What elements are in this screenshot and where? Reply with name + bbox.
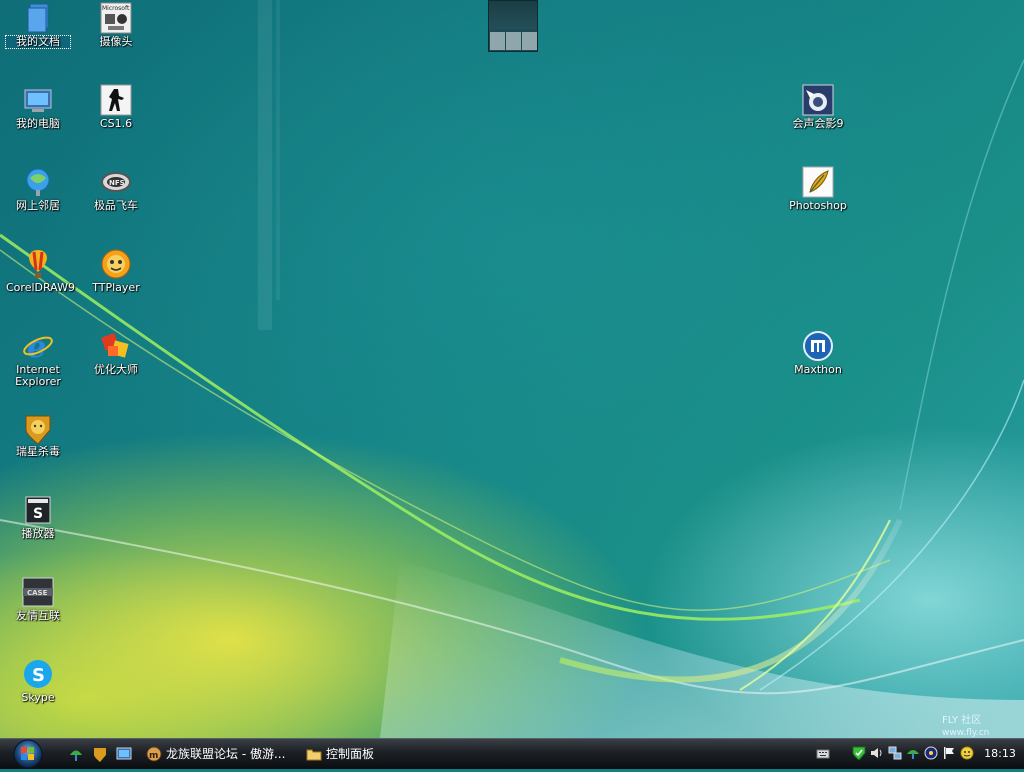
icon-label: 我的电脑 [16, 117, 60, 130]
icon-label: 摄像头 [99, 35, 133, 48]
icon-label: 我的文档 [5, 35, 71, 49]
icon-label: Skype [21, 691, 55, 704]
desktop-icon-network[interactable]: 网上邻居 [6, 166, 70, 212]
icon-label: Maxthon [794, 363, 842, 376]
icon-label: CorelDRAW9 [6, 281, 75, 294]
desktop-icon-friends-link[interactable]: CASE 友情互联 [6, 576, 70, 622]
folder-icon [306, 746, 322, 762]
maxthon-icon [802, 330, 834, 362]
desktop-icon-need-for-speed[interactable]: NFS 极品飞车 [84, 166, 148, 212]
window-thumbnail[interactable] [488, 0, 538, 52]
icon-label: 瑞星杀毒 [16, 445, 60, 458]
watermark-line1: FLY 社区 [942, 715, 982, 726]
ttplayer-icon [100, 248, 132, 280]
taskbar-item-control-panel[interactable]: 控制面板 [302, 742, 412, 766]
my-computer-icon [22, 84, 54, 116]
desktop-icon-webcam[interactable]: Microsoft 摄像头 [84, 2, 148, 48]
svg-text:e: e [27, 330, 46, 362]
svg-text:S: S [32, 665, 45, 686]
media-player-icon: S [22, 494, 54, 526]
taskbar-item-label: 控制面板 [326, 747, 375, 761]
svg-text:S: S [33, 506, 43, 522]
quicklaunch-rising-icon[interactable] [92, 746, 108, 762]
icon-label: Internet Explorer [15, 363, 61, 388]
optimizer-icon [100, 330, 132, 362]
wireless-icon[interactable] [924, 746, 938, 760]
thumbnail-cells [490, 32, 537, 50]
icon-label: Photoshop [789, 199, 847, 212]
taskbar-item-forum[interactable]: m 龙族联盟论坛 - 傲游... [142, 742, 292, 766]
svg-text:m: m [149, 751, 158, 761]
webcam-badge: Microsoft [102, 5, 130, 12]
icon-label: 播放器 [21, 527, 55, 540]
icon-label: 会声会影9 [792, 117, 844, 130]
thumbnail-preview [489, 1, 537, 29]
watermark: FLY 社区 www.fly.cn [942, 715, 990, 739]
taskbar: m 龙族联盟论坛 - 傲游... 控制面板 18:13 [0, 738, 1024, 769]
desktop-icon-maxthon[interactable]: Maxthon [786, 330, 850, 376]
network-status-icon[interactable] [888, 746, 902, 760]
show-desktop-icon[interactable] [116, 746, 132, 762]
security-shield-icon[interactable] [852, 746, 866, 761]
wallpaper-swooshes [0, 0, 1024, 738]
smiley-icon[interactable] [960, 746, 974, 760]
icon-label: 网上邻居 [16, 199, 60, 212]
my-documents-icon [22, 2, 54, 34]
network-icon [22, 166, 54, 198]
icon-label: TTPlayer [92, 281, 140, 294]
desktop-icon-my-documents[interactable]: 我的文档 [5, 2, 71, 49]
volume-icon[interactable] [870, 746, 884, 760]
flag-icon[interactable] [942, 746, 956, 760]
svg-text:NFS: NFS [109, 179, 125, 187]
desktop-icon-rising-antivirus[interactable]: 瑞星杀毒 [6, 412, 70, 458]
skype-icon: S [22, 658, 54, 690]
watermark-line2: www.fly.cn [942, 728, 990, 738]
svg-text:CASE: CASE [27, 589, 48, 597]
photoshop-feather-icon [802, 166, 834, 198]
friends-link-icon: CASE [22, 576, 54, 608]
clock[interactable]: 18:13 [980, 739, 1020, 769]
icon-label: 优化大师 [94, 363, 138, 376]
desktop-icon-skype[interactable]: S Skype [6, 658, 70, 704]
ulead-videostudio-icon [802, 84, 834, 116]
rising-antivirus-icon [22, 412, 54, 445]
desktop: 我的文档 我的电脑 网上邻居 CorelDRAW9 e Internet Exp… [0, 0, 1024, 738]
desktop-icon-photoshop[interactable]: Photoshop [786, 166, 850, 212]
desktop-icon-ttplayer[interactable]: TTPlayer [84, 248, 148, 294]
maxthon-icon: m [146, 746, 162, 762]
desktop-icon-coreldraw[interactable]: CorelDRAW9 [6, 248, 75, 294]
icon-label: 友情互联 [16, 609, 60, 622]
internet-explorer-icon: e [22, 330, 54, 365]
icon-label: 极品飞车 [94, 199, 138, 212]
keyboard-icon[interactable] [816, 747, 830, 761]
quicklaunch-network-icon[interactable] [68, 746, 84, 762]
coreldraw-balloon-icon [22, 248, 54, 280]
counter-strike-icon [100, 84, 132, 116]
desktop-icon-internet-explorer[interactable]: e Internet Explorer [6, 330, 70, 388]
need-for-speed-icon: NFS [100, 166, 132, 198]
webcam-icon: Microsoft [100, 2, 132, 34]
start-button[interactable] [6, 737, 46, 769]
desktop-icon-media-player[interactable]: S 播放器 [6, 494, 70, 540]
network-icon[interactable] [906, 746, 920, 760]
desktop-icon-videostudio[interactable]: 会声会影9 [786, 84, 850, 130]
desktop-icon-optimizer[interactable]: 优化大师 [84, 330, 148, 376]
desktop-icon-cs16[interactable]: CS1.6 [84, 84, 148, 130]
desktop-icon-my-computer[interactable]: 我的电脑 [6, 84, 70, 130]
taskbar-item-label: 龙族联盟论坛 - 傲游... [166, 747, 286, 761]
icon-label: CS1.6 [99, 117, 133, 130]
